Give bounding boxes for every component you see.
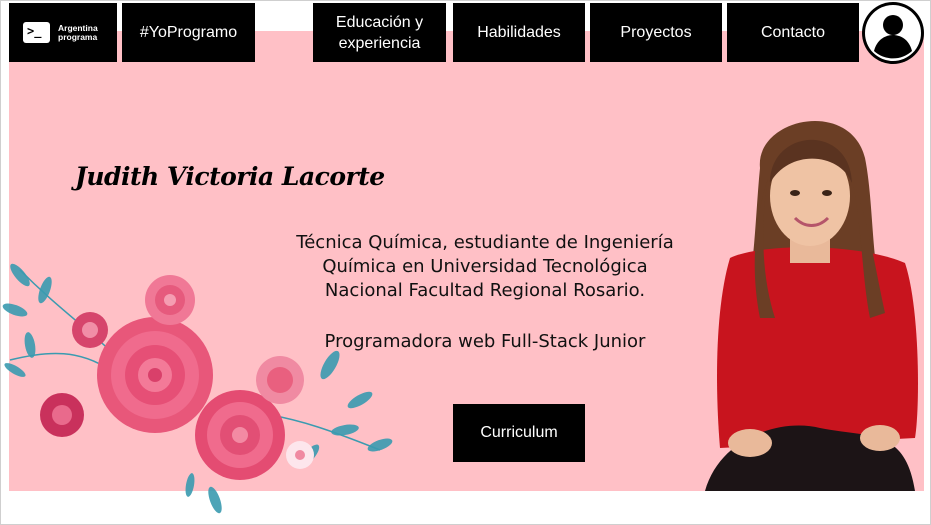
logo-line-2: programa — [58, 31, 98, 42]
nav-habilidades[interactable]: Habilidades — [453, 3, 585, 62]
nav-educacion-experiencia[interactable]: Educación y experiencia — [313, 3, 446, 62]
nav-yoprogramo[interactable]: #YoProgramo — [122, 3, 255, 62]
user-avatar-icon[interactable] — [862, 2, 924, 64]
nav-proyectos[interactable]: Proyectos — [590, 3, 722, 62]
curriculum-button[interactable]: Curriculum — [453, 404, 585, 462]
profile-photo — [705, 120, 918, 491]
terminal-prompt-icon: >_ — [23, 22, 50, 43]
hero-name: Judith Victoria Lacorte — [75, 162, 385, 191]
argentina-programa-logo[interactable]: >_ Argentina programa — [9, 3, 117, 62]
floral-decoration — [2, 263, 393, 514]
nav-contacto[interactable]: Contacto — [727, 3, 859, 62]
logo-text: Argentina programa — [58, 23, 98, 42]
